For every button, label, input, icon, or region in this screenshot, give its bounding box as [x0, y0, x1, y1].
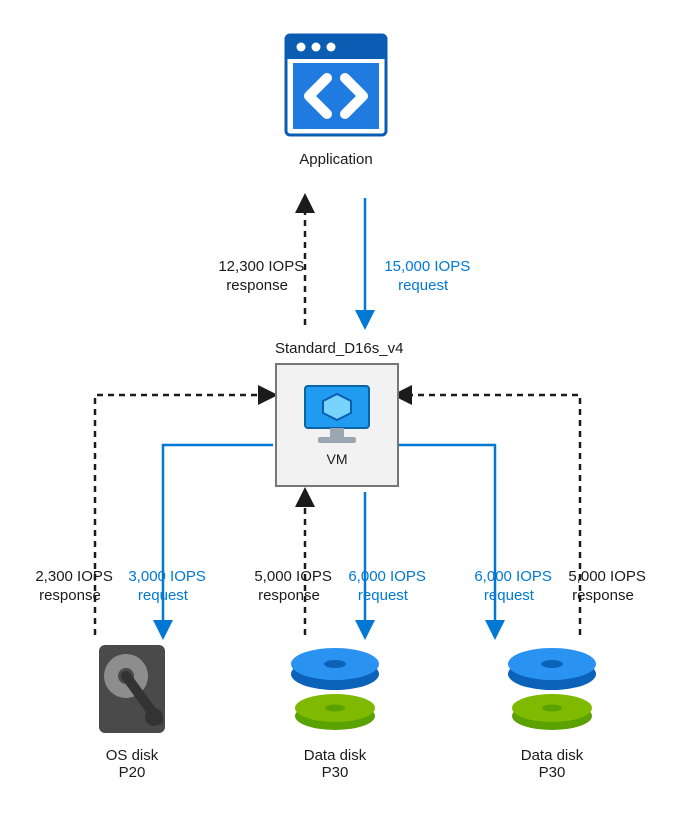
- data-disk-icon: [504, 642, 600, 736]
- data-disk-1-node: Data disk P30: [275, 642, 395, 781]
- vm-node: Standard_D16s_v4 VM: [275, 340, 397, 487]
- label-vm-d1-response: 5,000 IOPSresponse: [246, 548, 332, 605]
- data-disk-icon: [287, 642, 383, 736]
- application-icon: [281, 30, 391, 140]
- application-node: Application: [276, 30, 396, 168]
- arrow-vm-d2-request: [397, 445, 495, 635]
- os-disk-label-1: OS disk: [72, 747, 192, 764]
- hard-drive-icon: [96, 642, 168, 736]
- os-disk-node: OS disk P20: [72, 642, 192, 781]
- data-disk-1-label-1: Data disk: [275, 747, 395, 764]
- arrow-vm-os-request: [163, 445, 273, 635]
- os-disk-label-2: P20: [72, 764, 192, 781]
- data-disk-2-label-1: Data disk: [492, 747, 612, 764]
- label-vm-os-response: 2,300 IOPSresponse: [27, 548, 113, 605]
- vm-icon: [302, 383, 372, 445]
- vm-label: VM: [327, 451, 348, 467]
- data-disk-2-node: Data disk P30: [492, 642, 612, 781]
- label-app-vm-response: 12,300 IOPSresponse: [210, 238, 304, 295]
- label-vm-d2-request: 6,000 IOPSrequest: [466, 548, 552, 605]
- label-vm-os-request: 3,000 IOPSrequest: [120, 548, 206, 605]
- data-disk-2-label-2: P30: [492, 764, 612, 781]
- vm-title: Standard_D16s_v4: [275, 340, 397, 357]
- label-app-vm-request: 15,000 IOPSrequest: [376, 238, 470, 295]
- label-vm-d1-request: 6,000 IOPSrequest: [340, 548, 426, 605]
- application-label: Application: [276, 151, 396, 168]
- data-disk-1-label-2: P30: [275, 764, 395, 781]
- label-vm-d2-response: 5,000 IOPSresponse: [560, 548, 646, 605]
